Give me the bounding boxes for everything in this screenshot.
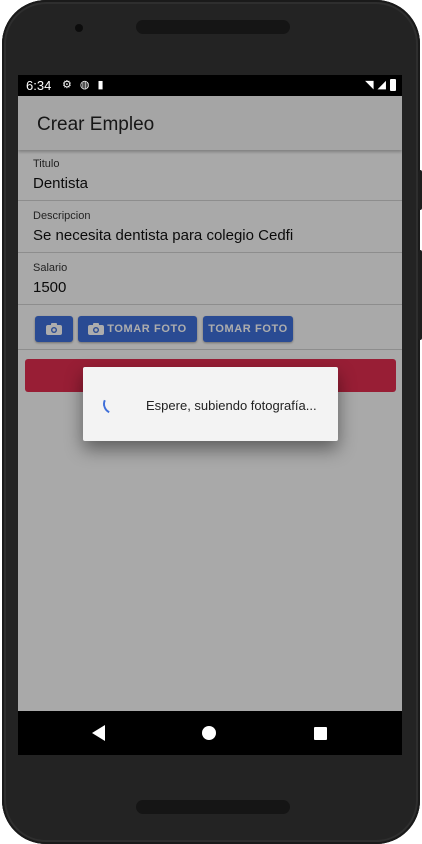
power-button[interactable] [418, 170, 422, 210]
wifi-icon: ◥ [365, 79, 374, 91]
sd-card-icon: ▮ [97, 79, 104, 91]
home-icon[interactable] [202, 726, 216, 740]
volume-button[interactable] [418, 250, 422, 340]
dialog-message: Espere, subiendo fotografía... [146, 398, 317, 413]
status-right-icons: ◥ ◢ [365, 78, 396, 91]
screen: 6:34 ⚙ ◍ ▮ ◥ ◢ Crear Empleo Titulo Denti… [18, 75, 402, 755]
front-camera [75, 24, 83, 32]
battery-icon [390, 79, 396, 91]
recent-apps-icon[interactable] [314, 727, 327, 740]
loading-spinner-icon [100, 391, 126, 417]
back-icon[interactable] [92, 725, 105, 741]
gear-icon: ⚙ [62, 79, 72, 91]
status-time: 6:34 [26, 78, 52, 93]
status-bar: 6:34 ⚙ ◍ ▮ ◥ ◢ [18, 75, 402, 96]
signal-icon: ◢ [377, 79, 386, 91]
sim-alert-icon: ◍ [79, 79, 90, 91]
navigation-bar [18, 711, 402, 755]
bottom-speaker [136, 800, 290, 814]
progress-dialog: Espere, subiendo fotografía... [83, 367, 338, 441]
top-speaker [136, 20, 290, 34]
status-left-icons: ⚙ ◍ ▮ [62, 78, 104, 91]
